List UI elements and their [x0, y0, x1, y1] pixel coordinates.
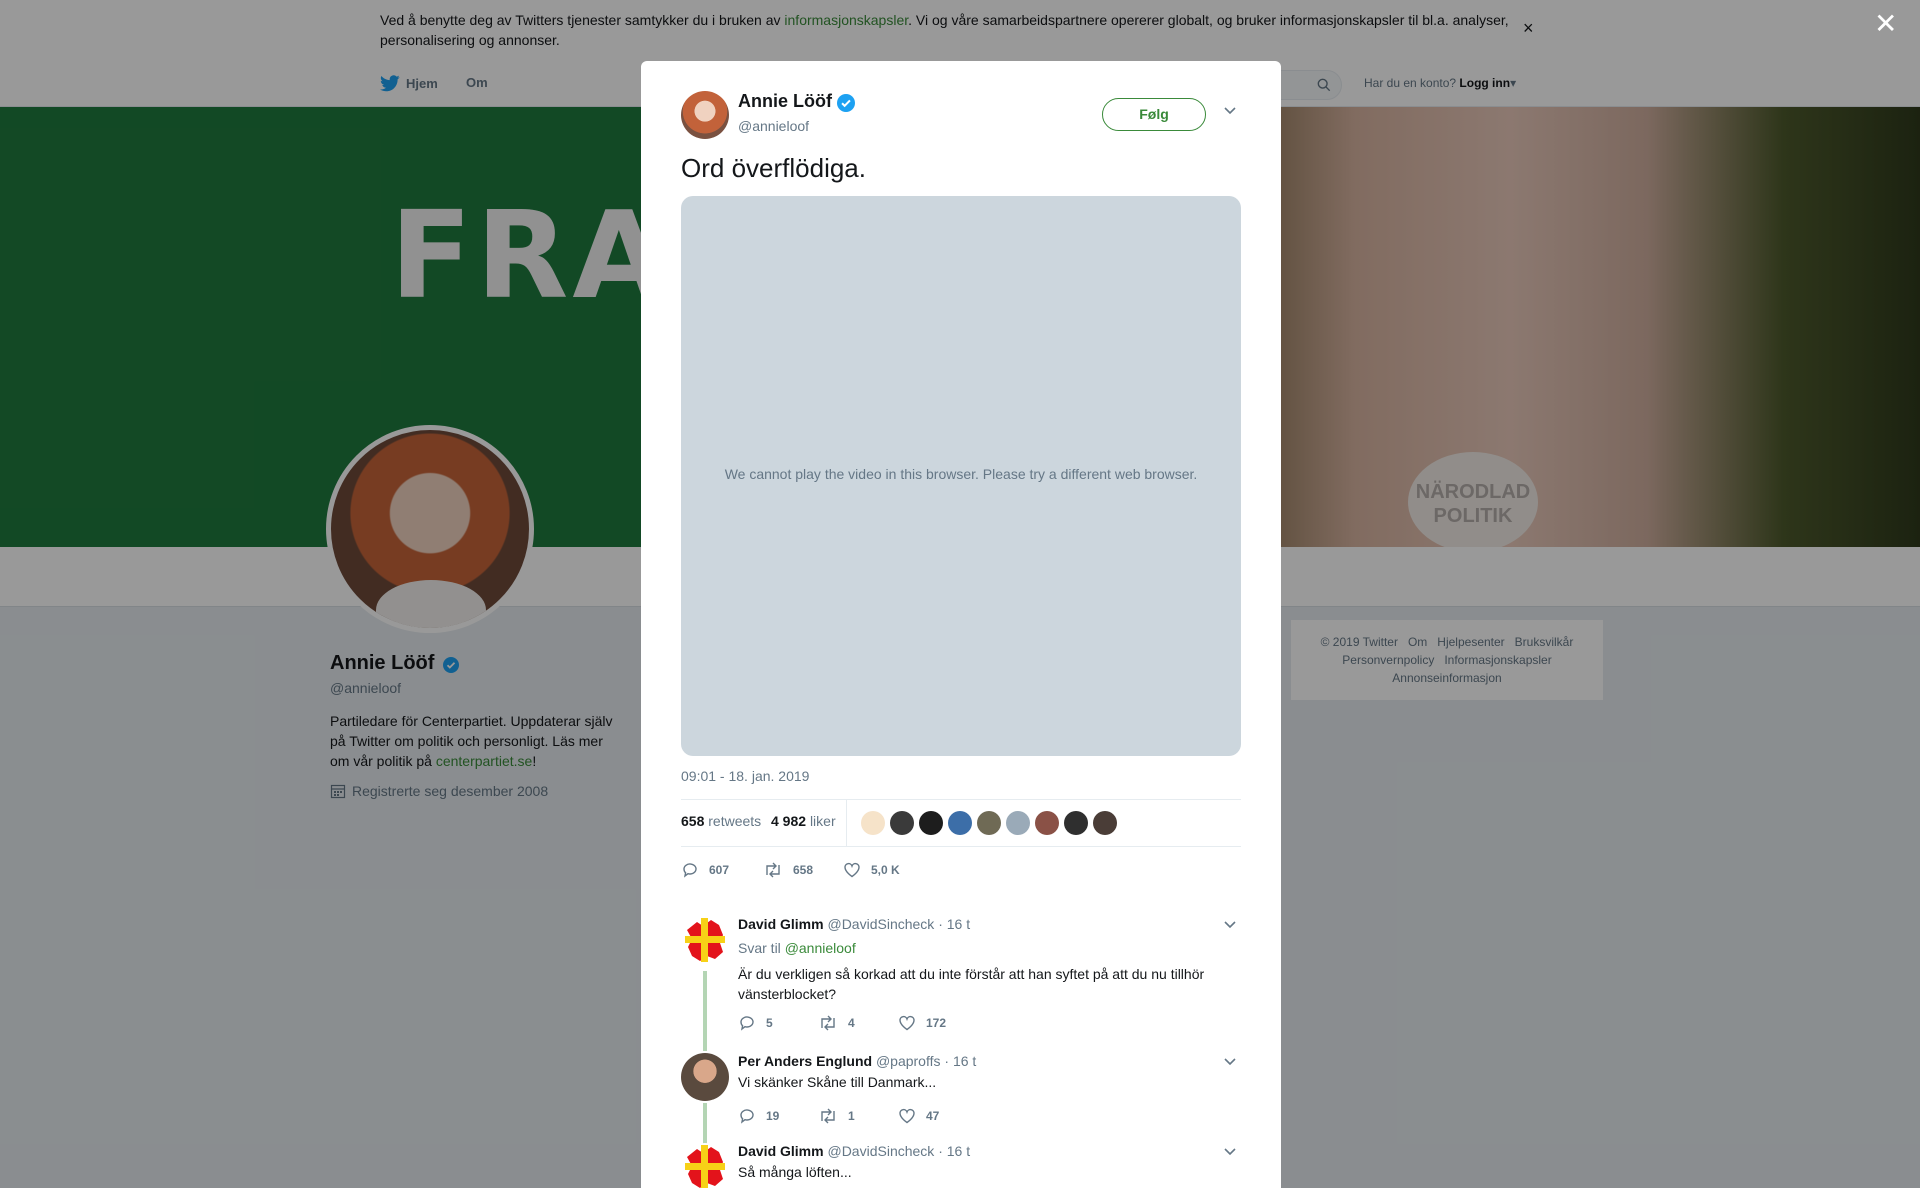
liker-avatar[interactable]	[1035, 811, 1059, 835]
reply-icon	[740, 1109, 754, 1124]
retweet-icon	[821, 1108, 835, 1124]
liker-avatar[interactable]	[948, 811, 972, 835]
reply-avatar[interactable]	[681, 916, 729, 964]
verified-badge-icon	[837, 94, 855, 112]
reply-author-handle[interactable]: @DavidSincheck	[827, 916, 934, 932]
like-count: 47	[926, 1109, 940, 1123]
tweet-author-name[interactable]: Annie Lööf	[738, 91, 832, 112]
chevron-down-icon[interactable]	[1223, 1057, 1237, 1067]
retweet-icon	[821, 1015, 835, 1031]
tweet-author-handle[interactable]: @annieloof	[738, 118, 809, 134]
liker-avatar[interactable]	[977, 811, 1001, 835]
like-button[interactable]: 47	[898, 1107, 939, 1125]
liker-avatar[interactable]	[1006, 811, 1030, 835]
modal-overlay[interactable]: ✕ Annie Lööf @annieloof Følg Ord överflö…	[0, 0, 1920, 1188]
reply-text: Så många löften...	[738, 1164, 852, 1180]
reply-actions: 5 4 172	[738, 1014, 946, 1032]
likes-count: 4 982	[771, 813, 807, 829]
retweet-count: 658	[793, 863, 814, 877]
reply-header: David Glimm @DavidSincheck · 16 t	[738, 916, 970, 932]
retweets-label: retweets	[708, 813, 762, 829]
retweets-count: 658	[681, 813, 705, 829]
close-modal-button[interactable]: ✕	[1874, 10, 1897, 38]
retweet-count: 1	[848, 1109, 855, 1123]
reply-button[interactable]: 19	[738, 1107, 818, 1125]
reply-header: Per Anders Englund @paproffs · 16 t	[738, 1053, 976, 1069]
heart-icon	[899, 1108, 915, 1124]
reply-tweet[interactable]: David Glimm @DavidSincheck · 16 t Så mån…	[681, 1143, 1241, 1188]
reply-icon	[683, 863, 697, 878]
tweet-stats: 658 retweets 4 982 liker	[681, 799, 1241, 847]
tweet-author-avatar[interactable]	[681, 91, 729, 139]
heart-icon	[844, 862, 860, 878]
reply-text: Vi skänker Skåne till Danmark...	[738, 1074, 937, 1090]
reply-button[interactable]: 607	[681, 858, 763, 882]
reply-time[interactable]: · 16 t	[938, 1143, 970, 1159]
likes-stat[interactable]: 4 982 liker	[771, 813, 836, 829]
tweet-actions: 607 658 5,0 K	[681, 858, 900, 882]
liker-avatar[interactable]	[890, 811, 914, 835]
reply-to-link[interactable]: @annieloof	[785, 940, 856, 956]
reply-to-label: Svar til	[738, 940, 781, 956]
reply-author-handle[interactable]: @paproffs	[876, 1053, 941, 1069]
retweet-button[interactable]: 658	[763, 858, 843, 882]
follow-button[interactable]: Følg	[1102, 98, 1206, 131]
reply-avatar[interactable]	[681, 1143, 729, 1188]
thread-line	[703, 971, 707, 1051]
like-button[interactable]: 5,0 K	[843, 858, 900, 882]
reply-text: Är du verkligen så korkad att du inte fö…	[738, 966, 1205, 1002]
like-count: 5,0 K	[871, 863, 900, 877]
chevron-down-icon[interactable]	[1223, 920, 1237, 930]
tweet-video[interactable]: We cannot play the video in this browser…	[681, 196, 1241, 756]
retweet-button[interactable]: 1	[818, 1107, 898, 1125]
tweet-text: Ord överflödiga.	[681, 153, 866, 183]
heart-icon	[899, 1015, 915, 1031]
chevron-down-icon[interactable]	[1223, 1147, 1237, 1157]
reply-time[interactable]: · 16 t	[938, 916, 970, 932]
reply-tweet[interactable]: David Glimm @DavidSincheck · 16 t Svar t…	[681, 916, 1241, 1051]
chevron-down-icon[interactable]	[1223, 106, 1237, 116]
retweet-icon	[766, 862, 780, 878]
reply-author-name[interactable]: Per Anders Englund	[738, 1053, 872, 1069]
reply-header: David Glimm @DavidSincheck · 16 t	[738, 1143, 970, 1159]
liker-avatar[interactable]	[861, 811, 885, 835]
retweet-count: 4	[848, 1016, 855, 1030]
reply-actions: 19 1 47	[738, 1107, 939, 1125]
liker-avatars	[861, 811, 1117, 835]
reply-count: 607	[709, 863, 730, 877]
retweets-stat[interactable]: 658 retweets	[681, 813, 761, 829]
liker-avatar[interactable]	[1064, 811, 1088, 835]
reply-author-name[interactable]: David Glimm	[738, 1143, 824, 1159]
tweet-timestamp[interactable]: 09:01 - 18. jan. 2019	[681, 768, 809, 784]
like-count: 172	[926, 1016, 947, 1030]
reply-icon	[740, 1016, 754, 1031]
retweet-button[interactable]: 4	[818, 1014, 898, 1032]
reply-button[interactable]: 5	[738, 1014, 818, 1032]
reply-count: 5	[766, 1016, 773, 1030]
video-error-message: We cannot play the video in this browser…	[724, 466, 1198, 482]
reply-author-handle[interactable]: @DavidSincheck	[827, 1143, 934, 1159]
reply-count: 19	[766, 1109, 780, 1123]
like-button[interactable]: 172	[898, 1014, 946, 1032]
reply-to: Svar til @annieloof	[738, 940, 856, 956]
tweet-modal: Annie Lööf @annieloof Følg Ord överflödi…	[641, 61, 1281, 1188]
likes-label: liker	[809, 813, 836, 829]
liker-avatar[interactable]	[919, 811, 943, 835]
reply-author-name[interactable]: David Glimm	[738, 916, 824, 932]
reply-time[interactable]: · 16 t	[944, 1053, 976, 1069]
liker-avatar[interactable]	[1093, 811, 1117, 835]
stats-divider	[846, 800, 847, 846]
reply-avatar[interactable]	[681, 1053, 729, 1101]
